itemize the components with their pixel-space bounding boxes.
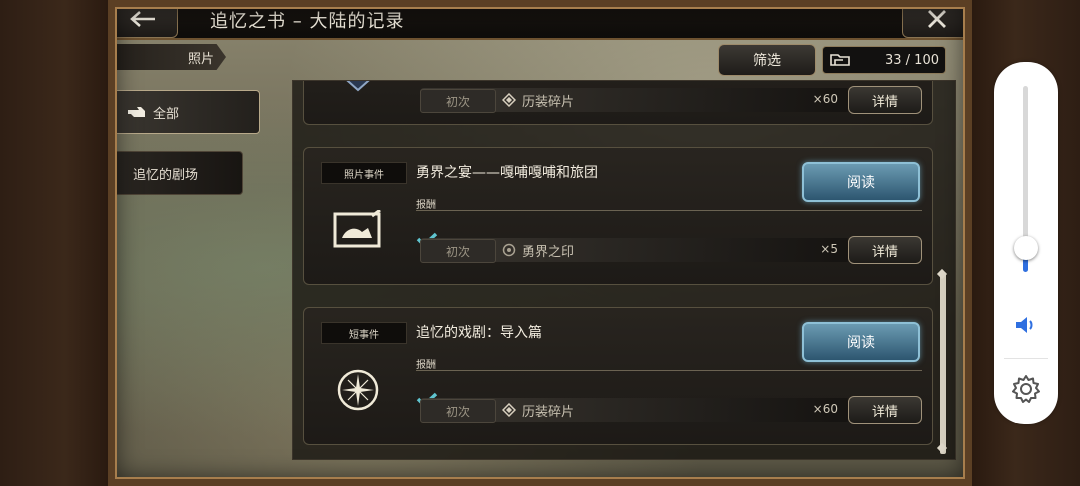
- volume-panel: [994, 62, 1058, 424]
- title-bar: 追忆之书 – 大陆的记录: [108, 0, 972, 40]
- back-button[interactable]: [108, 0, 178, 38]
- detail-button[interactable]: 详情: [848, 86, 922, 114]
- list-item: 照片事件 勇界之宴——嘎哺嘎哺和旅团 阅读 报酬 初次 勇界之印 ×5 详情: [303, 147, 933, 285]
- detail-button[interactable]: 详情: [848, 236, 922, 264]
- reward-row: 初次 历装碎片 ×60: [420, 88, 850, 113]
- collection-counter: 33 / 100: [822, 46, 946, 74]
- event-type-badge: 照片事件: [321, 162, 407, 184]
- first-time-label: 初次: [420, 399, 496, 423]
- page-title: 追忆之书 – 大陆的记录: [210, 11, 405, 32]
- book-icon: [830, 54, 850, 66]
- photo-event-icon: [330, 208, 386, 252]
- shard-icon: [502, 403, 516, 417]
- reward-quantity: ×5: [820, 242, 838, 256]
- tab-memory-theater[interactable]: 追忆的剧场: [108, 151, 243, 195]
- divider: [416, 210, 922, 211]
- volume-thumb[interactable]: [1014, 235, 1038, 260]
- tab-all-label: 全部: [153, 106, 180, 122]
- tab-all[interactable]: 全部: [108, 90, 260, 134]
- reward-item-name: 历装碎片: [522, 95, 575, 110]
- reward-label: 报酬: [416, 200, 436, 211]
- divider: [416, 370, 922, 371]
- emblem-icon: [330, 81, 386, 94]
- read-button[interactable]: 阅读: [802, 322, 920, 362]
- first-time-label: 初次: [420, 89, 496, 113]
- game-screen: 追忆之书 – 大陆的记录 照片 筛选 33 / 100 全部 追忆的剧场 初次 …: [108, 0, 972, 486]
- read-button[interactable]: 阅读: [802, 162, 920, 202]
- category-label: 照片: [108, 44, 226, 70]
- pointing-hand-icon: [128, 107, 145, 117]
- tab-memory-theater-label: 追忆的剧场: [133, 167, 199, 183]
- first-time-label: 初次: [420, 239, 496, 263]
- counter-value: 33 / 100: [885, 52, 939, 68]
- scrollbar[interactable]: [940, 272, 946, 454]
- list-item: 短事件 追忆的戏剧：导入篇 阅读 报酬 初次 历装碎片 ×60 详情: [303, 307, 933, 445]
- event-title: 勇界之宴——嘎哺嘎哺和旅团: [416, 165, 598, 181]
- reward-item-name: 勇界之印: [522, 245, 575, 260]
- reward-quantity: ×60: [812, 92, 838, 106]
- detail-button[interactable]: 详情: [848, 396, 922, 424]
- gear-icon[interactable]: [1011, 374, 1041, 404]
- event-type-badge: 短事件: [321, 322, 407, 344]
- event-title: 追忆的戏剧：导入篇: [416, 325, 542, 341]
- divider: [1004, 358, 1048, 359]
- left-letterbox: [0, 0, 108, 486]
- event-list[interactable]: 初次 历装碎片 ×60 详情 照片事件 勇界之宴——嘎哺嘎哺和旅团 阅读 报酬: [292, 80, 956, 460]
- list-item: 初次 历装碎片 ×60 详情: [303, 81, 933, 125]
- reward-quantity: ×60: [812, 402, 838, 416]
- shard-icon: [502, 93, 516, 107]
- speaker-icon[interactable]: [1014, 314, 1038, 336]
- close-button[interactable]: [902, 0, 972, 38]
- close-icon: [928, 10, 946, 28]
- short-event-icon: [330, 368, 386, 412]
- reward-label: 报酬: [416, 360, 436, 371]
- reward-item-name: 历装碎片: [522, 405, 575, 420]
- reward-row: 初次 勇界之印 ×5: [420, 238, 850, 263]
- filter-button[interactable]: 筛选: [718, 44, 816, 76]
- reward-row: 初次 历装碎片 ×60: [420, 398, 850, 423]
- seal-icon: [502, 243, 516, 257]
- arrow-left-icon: [130, 11, 155, 27]
